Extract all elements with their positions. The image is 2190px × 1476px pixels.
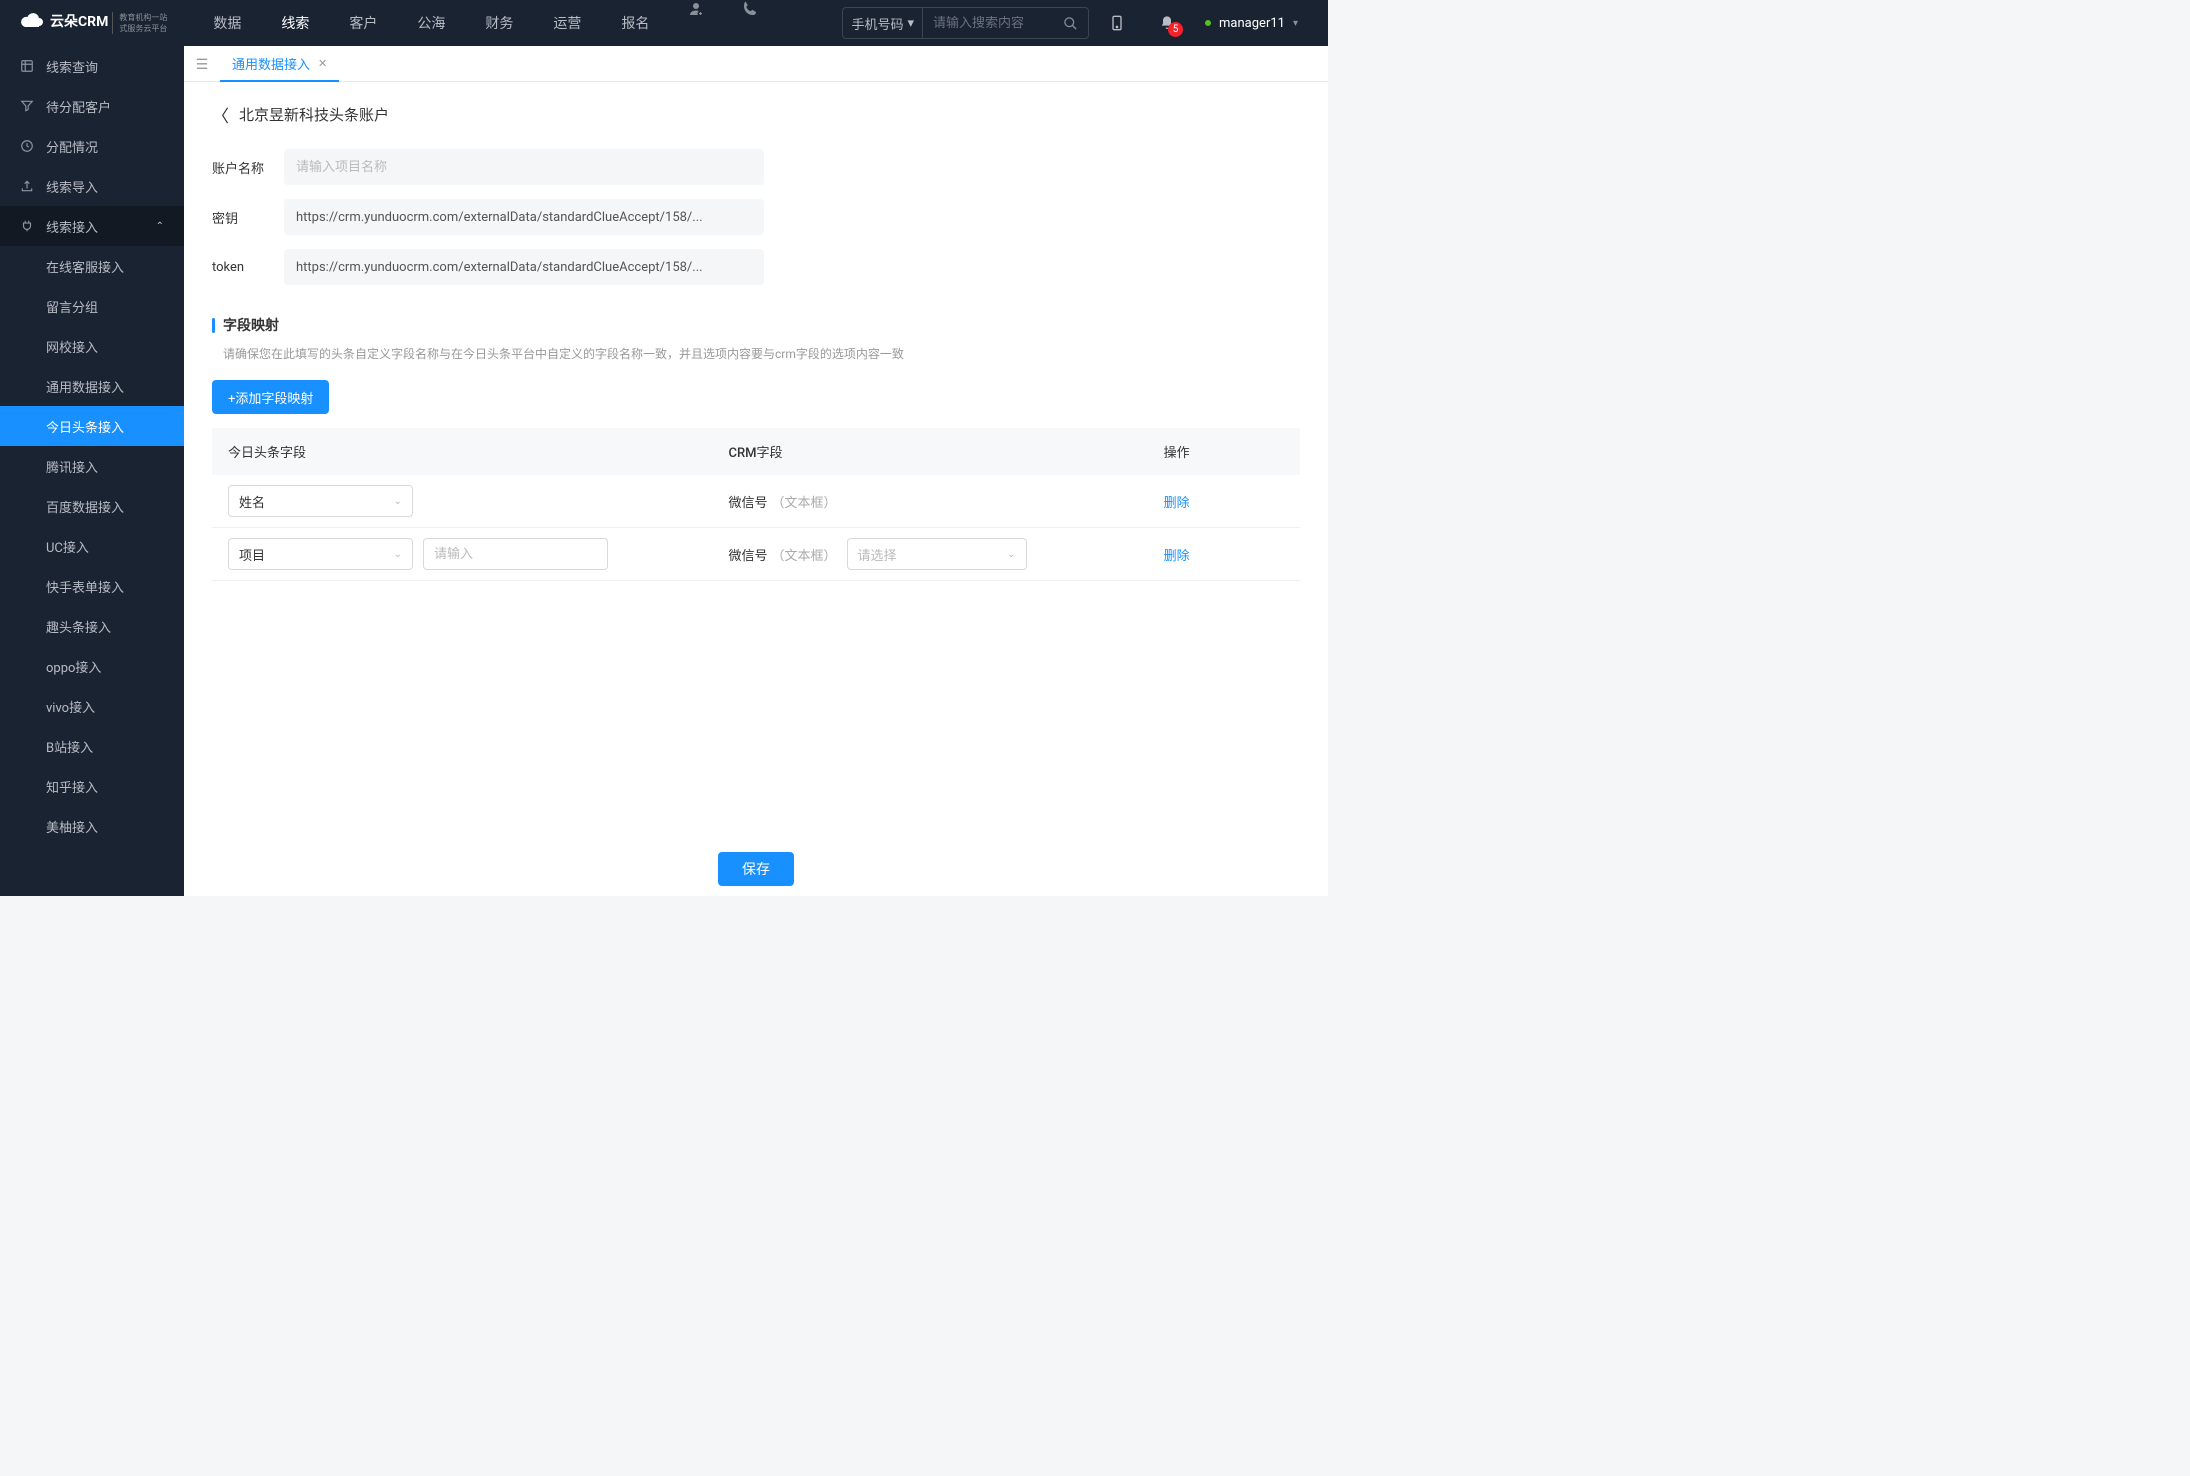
delete-button[interactable]: 删除 xyxy=(1164,549,1190,564)
crm-field-value: 微信号（文本框） xyxy=(728,545,836,564)
tabs-bar: ☰ 通用数据接入 ✕ xyxy=(184,46,1328,82)
logo-subtitle: 教育机构一站 式服务云平台 xyxy=(112,12,167,34)
notification-badge: 5 xyxy=(1168,22,1183,37)
token-label: token xyxy=(212,260,284,275)
tab-generic-data[interactable]: 通用数据接入 ✕ xyxy=(220,48,339,82)
chevron-down-icon: ▾ xyxy=(1293,18,1298,29)
chevron-down-icon: ⌄ xyxy=(394,496,402,507)
sidebar-sub-generic[interactable]: 通用数据接入 xyxy=(0,366,184,406)
mapping-section-title: 字段映射 xyxy=(212,315,1300,335)
phone-icon[interactable] xyxy=(727,0,773,46)
user-add-icon[interactable] xyxy=(673,0,719,46)
crm-field-value: 微信号（文本框） xyxy=(728,496,836,511)
account-name-input[interactable] xyxy=(284,149,764,185)
col-crm-field: CRM字段 xyxy=(712,428,1147,475)
mobile-icon[interactable] xyxy=(1095,15,1139,31)
chevron-down-icon: ⌄ xyxy=(394,549,402,560)
nav-data[interactable]: 数据 xyxy=(197,0,257,46)
sidebar-item-import[interactable]: 线索导入 xyxy=(0,166,184,206)
tabs-collapse-icon[interactable]: ☰ xyxy=(184,57,220,73)
search-group: 手机号码 ▾ xyxy=(842,7,1089,39)
save-button[interactable]: 保存 xyxy=(718,852,794,886)
sidebar-sub-baidu[interactable]: 百度数据接入 xyxy=(0,486,184,526)
page-title: 北京昱新科技头条账户 xyxy=(239,104,389,125)
back-icon[interactable]: 〈 xyxy=(212,102,229,127)
sidebar-sub-meiyou[interactable]: 美柚接入 xyxy=(0,806,184,846)
add-mapping-button[interactable]: +添加字段映射 xyxy=(212,380,329,414)
nav-customers[interactable]: 客户 xyxy=(333,0,393,46)
col-action: 操作 xyxy=(1148,428,1300,475)
mapping-table: 今日头条字段 CRM字段 操作 姓名 ⌄ xyxy=(212,428,1300,581)
secret-input[interactable] xyxy=(284,199,764,235)
sidebar-sub-bilibili[interactable]: B站接入 xyxy=(0,726,184,766)
logo[interactable]: 云朵CRM 教育机构一站 式服务云平台 xyxy=(20,11,167,35)
funnel-icon xyxy=(20,99,34,113)
cloud-icon xyxy=(20,11,44,35)
main-content: ☰ 通用数据接入 ✕ 〈 北京昱新科技头条账户 账户名称 密钥 token xyxy=(184,46,1328,896)
breadcrumb: 〈 北京昱新科技头条账户 xyxy=(212,102,1300,127)
plug-icon xyxy=(20,219,34,233)
tab-label: 通用数据接入 xyxy=(232,54,310,73)
main-nav: 数据 线索 客户 公海 财务 运营 报名 xyxy=(197,0,773,46)
footer-bar: 保存 xyxy=(184,842,1328,896)
sidebar-sub-message-group[interactable]: 留言分组 xyxy=(0,286,184,326)
token-input[interactable] xyxy=(284,249,764,285)
sidebar-sub-vivo[interactable]: vivo接入 xyxy=(0,686,184,726)
sidebar-item-allocation[interactable]: 分配情况 xyxy=(0,126,184,166)
delete-button[interactable]: 删除 xyxy=(1164,496,1190,511)
clock-icon xyxy=(20,139,34,153)
sidebar-sub-tencent[interactable]: 腾讯接入 xyxy=(0,446,184,486)
crm-field-select[interactable]: 请选择 ⌄ xyxy=(847,538,1027,570)
nav-leads[interactable]: 线索 xyxy=(265,0,325,46)
search-type-select[interactable]: 手机号码 ▾ xyxy=(843,8,923,38)
sidebar-sub-kuaishou[interactable]: 快手表单接入 xyxy=(0,566,184,606)
nav-signup[interactable]: 报名 xyxy=(605,0,665,46)
list-icon xyxy=(20,59,34,73)
tt-field-select[interactable]: 项目 ⌄ xyxy=(228,538,413,570)
table-row: 项目 ⌄ 微信号（文本框） xyxy=(212,528,1300,581)
chevron-up-icon: ⌃ xyxy=(156,221,164,232)
tt-field-input[interactable] xyxy=(423,538,608,570)
table-row: 姓名 ⌄ 微信号（文本框） 删除 xyxy=(212,475,1300,528)
username: manager11 xyxy=(1219,16,1285,31)
close-icon[interactable]: ✕ xyxy=(318,57,327,70)
sidebar-sub-school[interactable]: 网校接入 xyxy=(0,326,184,366)
search-button[interactable] xyxy=(1053,16,1088,31)
sidebar: 线索查询 待分配客户 分配情况 线索导入 线索接入 ⌃ 在线客服接入 留言分组 … xyxy=(0,46,184,896)
chevron-down-icon: ▾ xyxy=(908,16,915,31)
secret-label: 密钥 xyxy=(212,208,284,227)
tt-field-select[interactable]: 姓名 ⌄ xyxy=(228,485,413,517)
account-name-label: 账户名称 xyxy=(212,158,284,177)
sidebar-sub-qutoutiao[interactable]: 趣头条接入 xyxy=(0,606,184,646)
bell-icon[interactable]: 5 xyxy=(1145,15,1189,31)
sidebar-sub-oppo[interactable]: oppo接入 xyxy=(0,646,184,686)
sidebar-sub-zhihu[interactable]: 知乎接入 xyxy=(0,766,184,806)
sidebar-sub-toutiao[interactable]: 今日头条接入 xyxy=(0,406,184,446)
sidebar-item-lead-access[interactable]: 线索接入 ⌃ xyxy=(0,206,184,246)
col-toutiao-field: 今日头条字段 xyxy=(212,428,712,475)
sidebar-sub-online-service[interactable]: 在线客服接入 xyxy=(0,246,184,286)
user-menu[interactable]: manager11 ▾ xyxy=(1195,16,1308,31)
sidebar-item-lead-query[interactable]: 线索查询 xyxy=(0,46,184,86)
content-area: 〈 北京昱新科技头条账户 账户名称 密钥 token 字段映射 请确保您在此填写… xyxy=(184,82,1328,896)
logo-text: 云朵CRM xyxy=(50,15,108,30)
chevron-down-icon: ⌄ xyxy=(1007,549,1015,560)
mapping-section-desc: 请确保您在此填写的头条自定义字段名称与在今日头条平台中自定义的字段名称一致，并且… xyxy=(223,345,1300,362)
nav-ops[interactable]: 运营 xyxy=(537,0,597,46)
top-header: 云朵CRM 教育机构一站 式服务云平台 数据 线索 客户 公海 财务 运营 报名… xyxy=(0,0,1328,46)
sidebar-item-pending[interactable]: 待分配客户 xyxy=(0,86,184,126)
upload-icon xyxy=(20,179,34,193)
nav-public[interactable]: 公海 xyxy=(401,0,461,46)
nav-finance[interactable]: 财务 xyxy=(469,0,529,46)
sidebar-sub-uc[interactable]: UC接入 xyxy=(0,526,184,566)
status-dot-icon xyxy=(1205,20,1211,26)
search-input[interactable] xyxy=(923,16,1053,31)
